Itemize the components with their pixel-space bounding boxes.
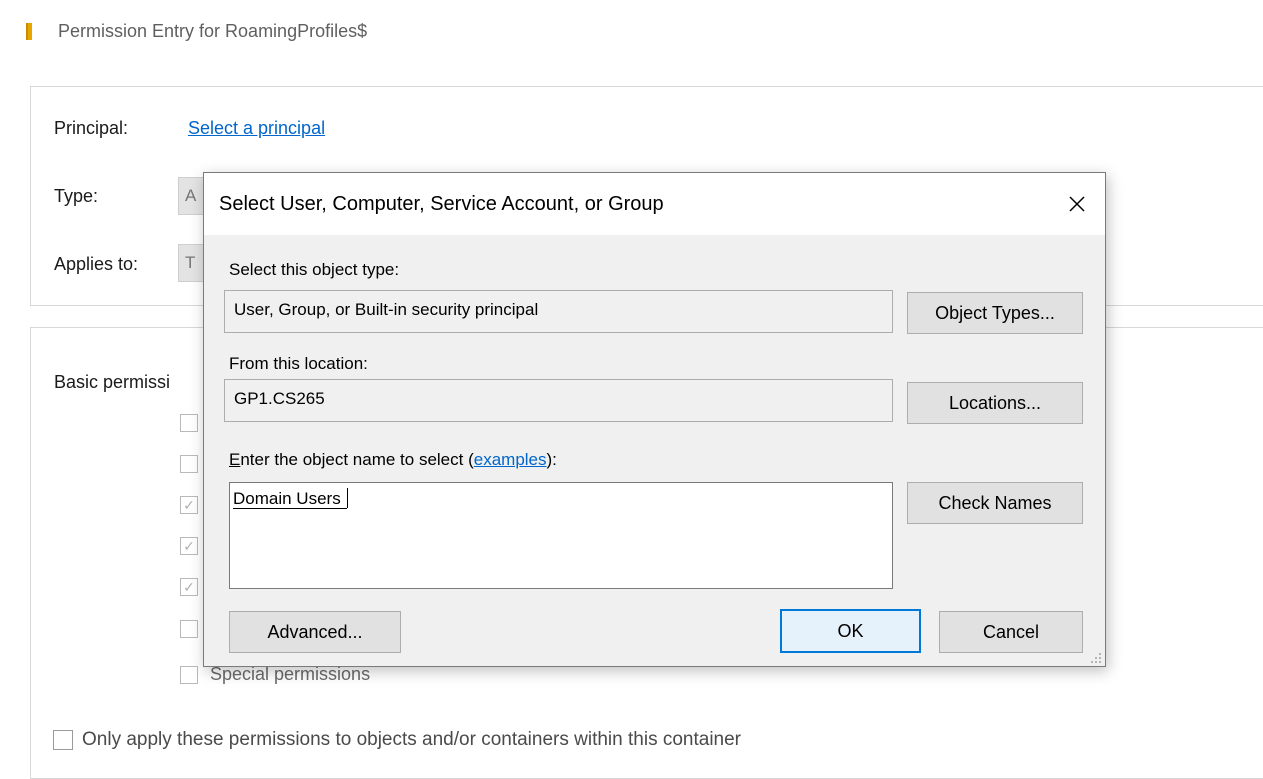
object-name-label-text: nter the object name to select ( <box>240 450 474 469</box>
applies-to-label: Applies to: <box>54 254 139 274</box>
location-field: GP1.CS265 <box>224 379 893 422</box>
close-button[interactable] <box>1049 173 1105 235</box>
object-name-label-suffix: ): <box>546 450 557 469</box>
resize-grip-icon[interactable] <box>1090 651 1102 663</box>
only-apply-checkbox[interactable] <box>53 730 73 750</box>
location-value: GP1.CS265 <box>234 389 325 408</box>
ok-button[interactable]: OK <box>780 609 921 653</box>
locations-button-label: Locations... <box>948 392 1042 413</box>
cancel-button-label: Cancel <box>982 621 1040 642</box>
applies-to-combobox-value: T <box>185 253 196 272</box>
examples-link[interactable]: examples <box>474 450 547 469</box>
check-names-button-label: Check Names <box>938 492 1052 513</box>
permission-checkbox[interactable]: ✓ <box>180 537 198 555</box>
object-type-value: User, Group, or Built-in security princi… <box>234 300 539 319</box>
permission-checkbox[interactable] <box>180 414 198 432</box>
object-type-label: Select this object type: <box>229 260 400 279</box>
object-types-button[interactable]: Object Types... <box>907 292 1083 334</box>
cancel-button[interactable]: Cancel <box>939 611 1083 653</box>
object-types-button-label: Object Types... <box>935 302 1055 323</box>
dialog-title: Select User, Computer, Service Account, … <box>219 193 664 215</box>
object-type-field: User, Group, or Built-in security princi… <box>224 290 893 333</box>
object-name-label-accesskey: E <box>229 450 241 469</box>
background-window-title-text: Permission Entry for RoamingProfiles$ <box>58 20 368 41</box>
special-permissions-label: Special permissions <box>210 664 371 684</box>
folder-icon <box>22 20 44 42</box>
text-caret <box>346 488 348 508</box>
type-label: Type: <box>54 186 99 206</box>
permission-checkbox[interactable]: ✓ <box>180 578 198 596</box>
background-window-title: Permission Entry for RoamingProfiles$ <box>22 16 367 46</box>
close-icon <box>1069 196 1085 212</box>
advanced-button[interactable]: Advanced... <box>229 611 401 653</box>
location-label: From this location: <box>229 354 368 373</box>
object-name-input[interactable]: Domain Users <box>229 482 893 589</box>
object-name-label: Enter the object name to select (example… <box>229 450 557 470</box>
permission-checkbox[interactable] <box>180 620 198 638</box>
select-principal-dialog: Select User, Computer, Service Account, … <box>203 172 1106 667</box>
dialog-titlebar: Select User, Computer, Service Account, … <box>204 173 1105 235</box>
principal-label: Principal: <box>54 118 129 138</box>
ok-button-label: OK <box>837 620 864 641</box>
locations-button[interactable]: Locations... <box>907 382 1083 424</box>
select-principal-link[interactable]: Select a principal <box>188 118 325 139</box>
check-names-button[interactable]: Check Names <box>907 482 1083 524</box>
type-combobox-value: A <box>185 186 197 205</box>
only-apply-label: Only apply these permissions to objects … <box>82 729 742 750</box>
object-name-value: Domain Users <box>233 489 347 509</box>
basic-permissions-label: Basic permissi <box>54 372 171 392</box>
permission-checkbox[interactable]: ✓ <box>180 496 198 514</box>
permission-checkbox[interactable] <box>180 455 198 473</box>
special-permissions-checkbox[interactable] <box>180 666 198 684</box>
advanced-button-label: Advanced... <box>267 621 363 642</box>
